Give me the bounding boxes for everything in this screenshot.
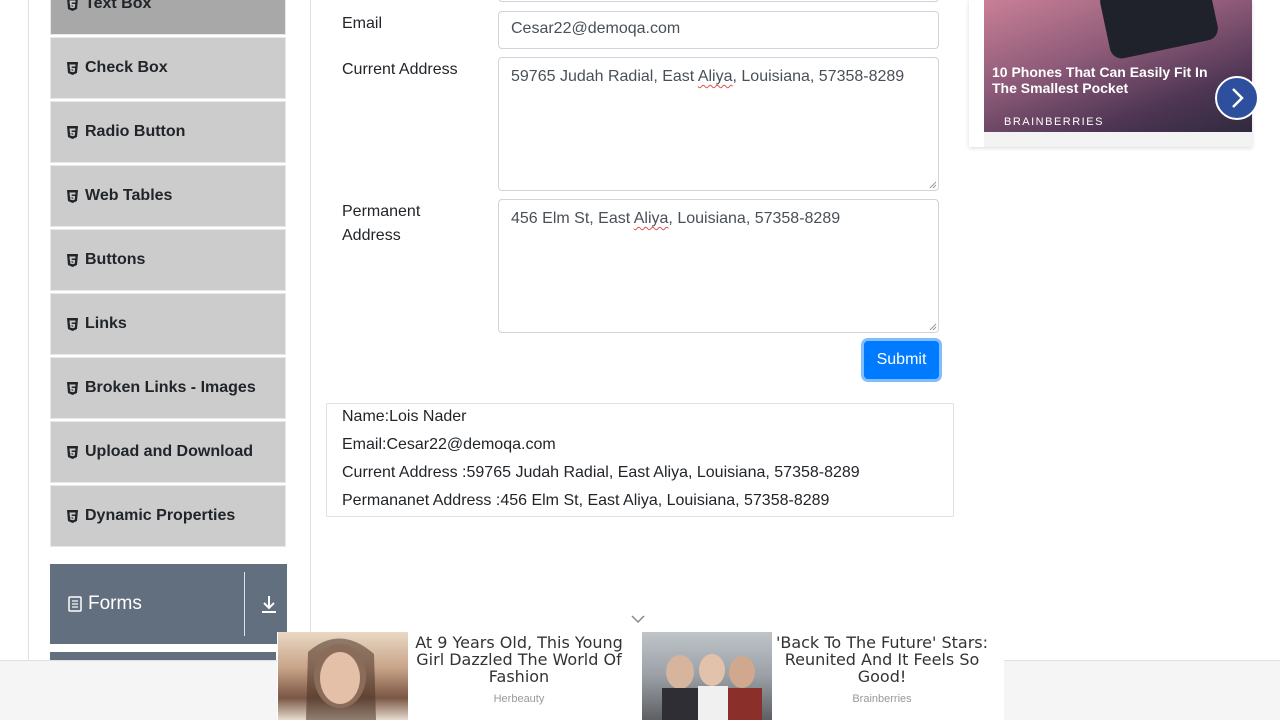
email-value: Cesar22@demoqa.com: [511, 20, 681, 37]
output-current-address: Current Address :59765 Judah Radial, Eas…: [342, 464, 860, 481]
ad-right-image[interactable]: 10 Phones That Can Easily Fit In The Sma…: [984, 0, 1252, 132]
ad-right[interactable]: 10 Phones That Can Easily Fit In The Sma…: [969, 0, 1259, 147]
sidebar-item-label: Web Tables: [85, 187, 173, 204]
html5-icon: [65, 509, 79, 523]
permanent-address-label-line2: Address: [342, 227, 401, 244]
sidebar-item-label: Text Box: [85, 0, 152, 12]
chevron-right-icon[interactable]: [1215, 76, 1259, 120]
sidebar-item-radio-button[interactable]: Radio Button: [50, 101, 286, 163]
content-divider: [310, 0, 311, 720]
left-divider: [28, 0, 29, 720]
ad-card-image[interactable]: [278, 632, 408, 720]
email-label: Email: [342, 15, 383, 32]
group-header-forms[interactable]: Forms: [50, 564, 287, 644]
sidebar-item-label: Links: [85, 315, 127, 332]
permanent-address-field[interactable]: 456 Elm St, East Aliya, Louisiana, 57358…: [498, 199, 939, 333]
current-address-value: 59765 Judah Radial, East Aliya, Louisian…: [511, 68, 905, 85]
sidebar-item-upload-download[interactable]: Upload and Download: [50, 421, 286, 483]
ad-card-source: Brainberries: [852, 693, 912, 705]
html5-icon: [65, 0, 79, 11]
group-divider: [244, 572, 245, 636]
submit-button[interactable]: Submit: [864, 341, 939, 379]
full-name-field[interactable]: [498, 0, 939, 2]
output-email: Email:Cesar22@demoqa.com: [342, 436, 556, 453]
ad-card-image[interactable]: [642, 632, 772, 720]
group-header-label: Forms: [88, 593, 142, 614]
sidebar-item-label: Buttons: [85, 251, 146, 268]
ad-right-title[interactable]: 10 Phones That Can Easily Fit In The Sma…: [992, 64, 1232, 96]
html5-icon: [65, 189, 79, 203]
resize-grip-icon[interactable]: [929, 181, 937, 189]
document-icon: [68, 596, 82, 612]
sidebar-item-broken-links[interactable]: Broken Links - Images: [50, 357, 286, 419]
bottom-ad[interactable]: At 9 Years Old, This Young Girl Dazzled …: [277, 632, 1004, 720]
permanent-address-label-line1: Permanent: [342, 203, 421, 220]
sidebar-item-links[interactable]: Links: [50, 293, 286, 355]
ad-right-footer: [984, 132, 1252, 147]
current-address-label: Current Address: [342, 61, 458, 78]
sidebar-item-label: Dynamic Properties: [85, 507, 236, 524]
html5-icon: [65, 253, 79, 267]
download-arrow-icon[interactable]: [260, 594, 278, 620]
sidebar-item-text-box[interactable]: Text Box: [50, 0, 286, 35]
html5-icon: [65, 381, 79, 395]
phone-image: [1097, 0, 1221, 61]
ad-card-title[interactable]: 'Back To The Future' Stars: Reunited And…: [770, 634, 994, 685]
html5-icon: [65, 317, 79, 331]
html5-icon: [65, 445, 79, 459]
html5-icon: [65, 61, 79, 75]
sidebar-item-web-tables[interactable]: Web Tables: [50, 165, 286, 227]
sidebar-item-label: Upload and Download: [85, 443, 253, 460]
ad-right-source: BRAINBERRIES: [1004, 116, 1104, 128]
email-field[interactable]: Cesar22@demoqa.com: [498, 11, 939, 49]
output-permanent-address: Permananet Address :456 Elm St, East Ali…: [342, 492, 830, 509]
output-panel: Name:Lois Nader Email:Cesar22@demoqa.com…: [326, 403, 954, 517]
chevron-down-icon[interactable]: [630, 612, 646, 630]
output-name: Name:Lois Nader: [342, 408, 467, 425]
ad-card-title[interactable]: At 9 Years Old, This Young Girl Dazzled …: [407, 634, 631, 685]
sidebar-item-buttons[interactable]: Buttons: [50, 229, 286, 291]
current-address-field[interactable]: 59765 Judah Radial, East Aliya, Louisian…: [498, 57, 939, 191]
sidebar-item-dynamic-properties[interactable]: Dynamic Properties: [50, 485, 286, 547]
sidebar-item-check-box[interactable]: Check Box: [50, 37, 286, 99]
sidebar-item-label: Broken Links - Images: [85, 379, 256, 396]
sidebar-item-label: Radio Button: [85, 123, 186, 140]
resize-grip-icon[interactable]: [929, 323, 937, 331]
html5-icon: [65, 125, 79, 139]
permanent-address-value: 456 Elm St, East Aliya, Louisiana, 57358…: [511, 210, 841, 227]
ad-card-source: Herbeauty: [493, 693, 545, 705]
sidebar-item-label: Check Box: [85, 59, 168, 76]
